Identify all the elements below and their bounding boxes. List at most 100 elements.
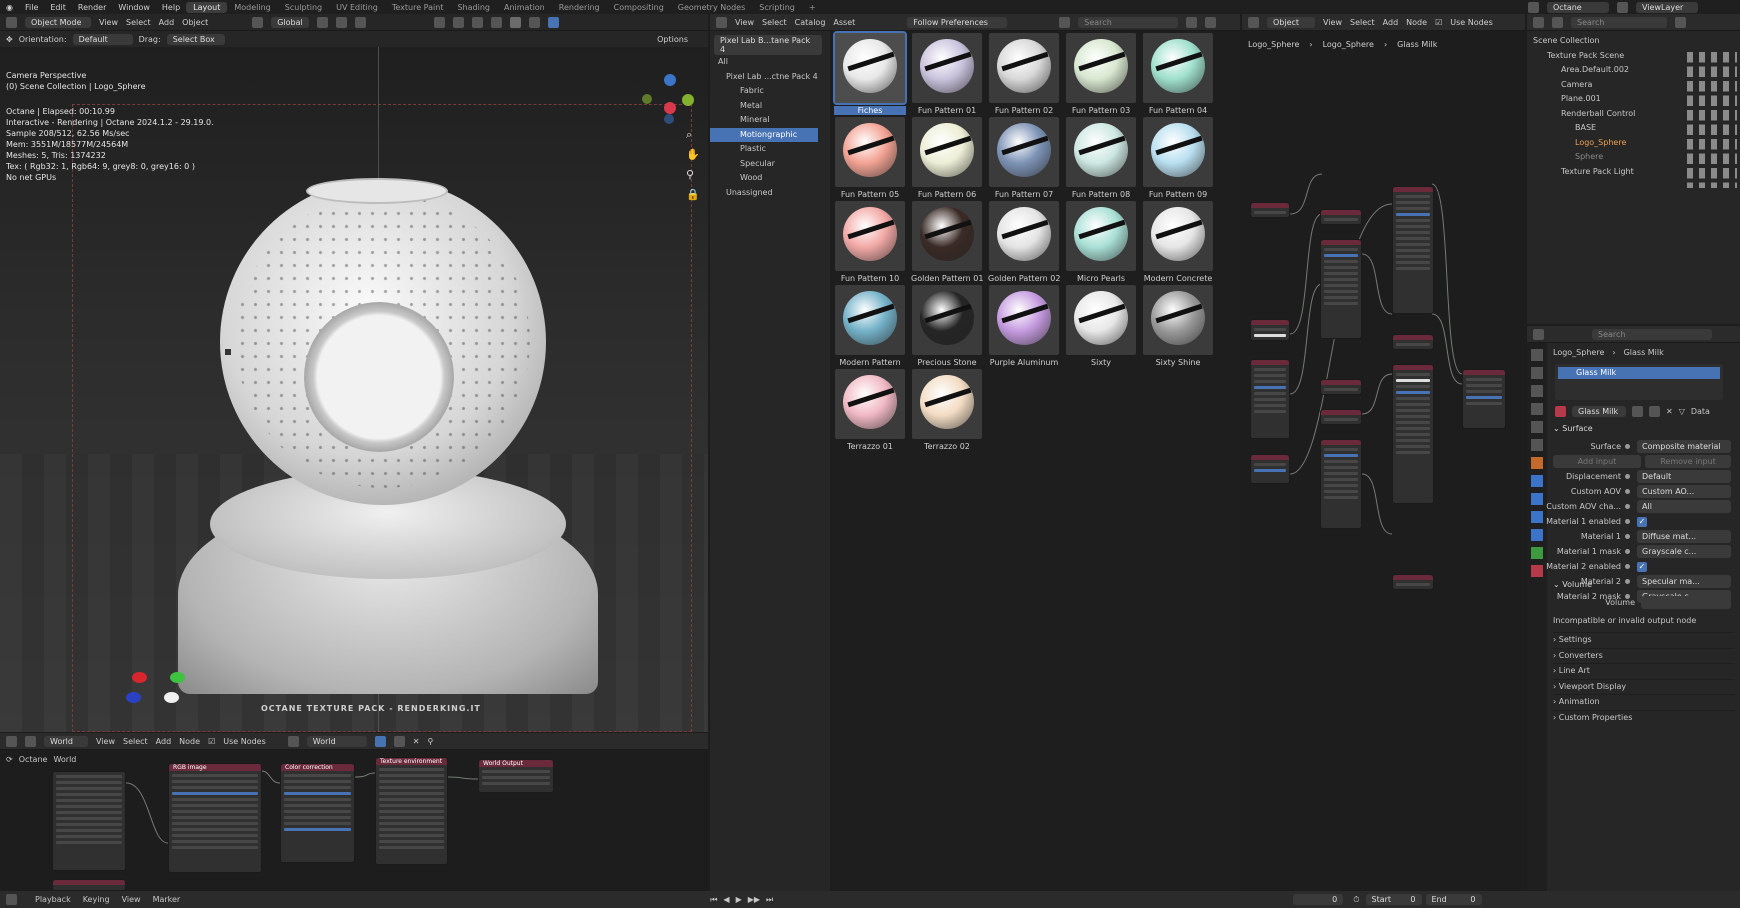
tool-tab-icon[interactable] bbox=[1531, 349, 1543, 361]
world-tab-icon[interactable] bbox=[1531, 439, 1543, 451]
filter-icon[interactable] bbox=[1186, 16, 1198, 28]
tab-texture-paint[interactable]: Texture Paint bbox=[385, 2, 451, 13]
rgb-image-node[interactable]: RGB image bbox=[168, 763, 262, 873]
data-link-label[interactable]: Data bbox=[1691, 407, 1710, 416]
volume-field[interactable] bbox=[1641, 596, 1731, 609]
remove-input-button[interactable]: Remove input bbox=[1645, 455, 1731, 468]
asset-thumbnail[interactable]: Sixty bbox=[1065, 285, 1137, 371]
asset-thumbnail[interactable]: Sixty Shine bbox=[1142, 285, 1214, 371]
object-mode-select[interactable]: Object Mode bbox=[25, 16, 91, 28]
asset-menu-asset[interactable]: Asset bbox=[833, 18, 855, 27]
world-node-editor[interactable]: World View Select Add Node ☑ Use Nodes W… bbox=[0, 733, 708, 891]
property-field[interactable]: Grayscale c... bbox=[1637, 545, 1731, 558]
viewport-menu-object[interactable]: Object bbox=[182, 18, 208, 27]
node-block[interactable] bbox=[1392, 574, 1434, 590]
fake-user-icon[interactable] bbox=[1632, 406, 1643, 417]
tab-rendering[interactable]: Rendering bbox=[552, 2, 607, 13]
pivot-icon[interactable] bbox=[316, 16, 328, 28]
tab-uv-editing[interactable]: UV Editing bbox=[329, 2, 385, 13]
node-block[interactable] bbox=[1250, 359, 1290, 439]
asset-thumbnail[interactable]: Fun Pattern 03 bbox=[1065, 33, 1137, 119]
pan-hand-icon[interactable]: ✋ bbox=[686, 148, 700, 161]
node-block[interactable] bbox=[1320, 239, 1362, 339]
snap-icon[interactable] bbox=[335, 16, 347, 28]
particles-tab-icon[interactable] bbox=[1531, 493, 1543, 505]
node-block[interactable] bbox=[1392, 186, 1434, 314]
material-tab-icon[interactable] bbox=[1531, 565, 1543, 577]
tab-geometry-nodes[interactable]: Geometry Nodes bbox=[671, 2, 752, 13]
material-name-field[interactable]: Glass Milk bbox=[1572, 406, 1626, 417]
asset-menu-select[interactable]: Select bbox=[762, 18, 787, 27]
current-frame-field[interactable]: 0 bbox=[1293, 894, 1344, 905]
render-tab-icon[interactable] bbox=[1531, 367, 1543, 379]
asset-library-select[interactable]: Pixel Lab B...tane Pack 4 bbox=[714, 35, 822, 55]
display-mode-icon[interactable] bbox=[1059, 16, 1071, 28]
data-tab-icon[interactable] bbox=[1531, 547, 1543, 559]
collapsed-section[interactable]: › Viewport Display bbox=[1553, 678, 1735, 693]
collapsed-section[interactable]: › Animation bbox=[1553, 694, 1735, 708]
texture-environment-node[interactable]: Texture environment bbox=[375, 757, 448, 865]
3d-viewport[interactable]: Object Mode View Select Add Object Globa… bbox=[0, 14, 708, 732]
asset-thumbnail[interactable]: Fun Pattern 07 bbox=[988, 117, 1060, 203]
shading-material-icon[interactable] bbox=[528, 16, 540, 28]
orientation-select[interactable]: Default bbox=[72, 33, 133, 45]
timeline-view-menu[interactable]: View bbox=[122, 895, 141, 904]
color-correction-node[interactable]: Color correction bbox=[280, 763, 355, 863]
node-block[interactable] bbox=[1392, 364, 1434, 504]
start-frame-field[interactable]: Start 0 bbox=[1365, 894, 1422, 905]
filter-icon[interactable] bbox=[1675, 16, 1686, 28]
display-mode-icon[interactable] bbox=[1552, 16, 1563, 28]
unlink-icon[interactable]: ✕ bbox=[1666, 407, 1673, 416]
shading-solid-icon[interactable] bbox=[509, 16, 521, 28]
viewport-menu-add[interactable]: Add bbox=[159, 18, 175, 27]
catalog-fabric[interactable]: Fabric bbox=[710, 84, 830, 99]
catalog-unassigned[interactable]: Unassigned bbox=[710, 186, 830, 201]
shader-node-editor[interactable]: Object View Select Add Node ☑ Use Nodes … bbox=[1242, 14, 1525, 891]
node-block[interactable] bbox=[1250, 202, 1290, 218]
playback-menu[interactable]: Playback bbox=[35, 895, 71, 904]
catalog-pack[interactable]: Pixel Lab ...ctne Pack 4 bbox=[710, 70, 830, 85]
asset-thumbnail[interactable]: Modern Pattern bbox=[834, 285, 906, 371]
property-field[interactable]: Specular ma... bbox=[1637, 575, 1731, 588]
socket-dot-icon[interactable] bbox=[1625, 489, 1630, 494]
modifier-tab-icon[interactable] bbox=[1531, 475, 1543, 487]
play-icon[interactable]: ▶ bbox=[736, 895, 742, 904]
asset-thumbnail[interactable]: Precious Stone bbox=[911, 285, 983, 371]
marker-menu[interactable]: Marker bbox=[153, 895, 181, 904]
catalog-all[interactable]: All bbox=[710, 55, 830, 70]
tab-shading[interactable]: Shading bbox=[450, 2, 497, 13]
visibility-toggle-icons[interactable] bbox=[1687, 48, 1737, 188]
asset-thumbnail[interactable]: Purple Aluminum bbox=[988, 285, 1060, 371]
add-input-button[interactable]: Add input bbox=[1553, 455, 1641, 468]
gizmo-neg-y-icon[interactable] bbox=[642, 94, 652, 104]
asset-thumbnail[interactable]: Golden Pattern 01 bbox=[911, 201, 983, 287]
asset-thumbnail[interactable]: Fun Pattern 06 bbox=[911, 117, 983, 203]
menu-render[interactable]: Render bbox=[72, 3, 112, 12]
socket-dot-icon[interactable] bbox=[1625, 549, 1630, 554]
surface-section-header[interactable]: ⌄ Surface bbox=[1553, 424, 1593, 433]
enabled-checkbox[interactable]: ✓ bbox=[1637, 562, 1647, 572]
mesh-uv-node[interactable] bbox=[52, 879, 126, 891]
drag-select[interactable]: Select Box bbox=[166, 33, 225, 45]
socket-dot-icon[interactable] bbox=[1625, 564, 1630, 569]
asset-thumbnail[interactable]: Terrazzo 02 bbox=[911, 369, 983, 455]
move-tool-icon[interactable]: ✥ bbox=[6, 35, 13, 44]
import-method-select[interactable]: Follow Preferences bbox=[907, 16, 1008, 28]
overlay-icon[interactable] bbox=[471, 16, 483, 28]
tab-animation[interactable]: Animation bbox=[497, 2, 552, 13]
asset-thumbnail[interactable]: Golden Pattern 02 bbox=[988, 201, 1060, 287]
asset-thumbnail[interactable]: Fun Pattern 01 bbox=[911, 33, 983, 119]
socket-dot-icon[interactable] bbox=[1625, 579, 1630, 584]
properties-search-input[interactable]: Search bbox=[1592, 328, 1712, 340]
asset-search-input[interactable]: Search bbox=[1078, 16, 1179, 28]
scene-tab-icon[interactable] bbox=[1531, 421, 1543, 433]
node-block[interactable] bbox=[1320, 439, 1362, 529]
property-field[interactable]: All bbox=[1637, 500, 1731, 513]
node-block[interactable] bbox=[1250, 319, 1290, 341]
lock-icon[interactable]: 🔒 bbox=[686, 188, 700, 201]
node-block[interactable] bbox=[1320, 409, 1362, 425]
enabled-checkbox[interactable]: ✓ bbox=[1637, 517, 1647, 527]
property-field[interactable]: Custom AO... bbox=[1637, 485, 1731, 498]
socket-dot-icon[interactable] bbox=[1625, 534, 1630, 539]
gizmo-y-axis-icon[interactable] bbox=[682, 94, 694, 106]
